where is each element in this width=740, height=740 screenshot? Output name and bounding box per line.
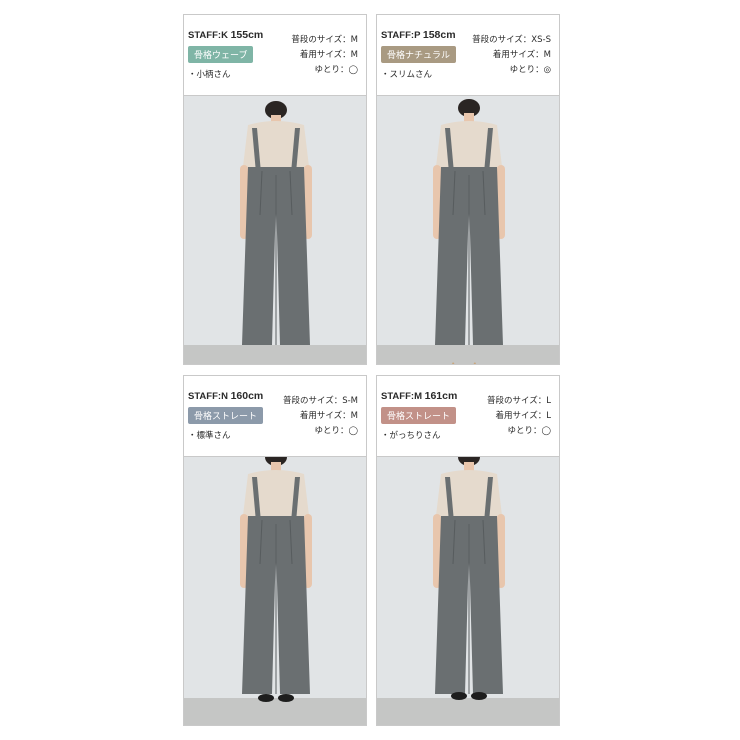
worn-size: 着用サイズ：M	[299, 411, 358, 421]
worn-size: 着用サイズ：M	[299, 50, 358, 60]
body-note: ・標準さん	[188, 431, 231, 441]
usual-size: 普段のサイズ：XS-S	[472, 35, 551, 45]
staff-id: STAFF:M	[381, 391, 422, 402]
staff-height: 161cm	[424, 390, 458, 402]
staff-info-box: STAFF:K 155cm 骨格ウェーブ ・小柄さん 普段のサイズ：M 着用サイ…	[183, 14, 367, 97]
woman-photo-icon	[184, 457, 366, 725]
staff-name-height: STAFF:P 158cm	[381, 29, 477, 41]
fit-rating: ゆとり：◯	[314, 426, 358, 436]
model-photo	[376, 95, 560, 365]
usual-size: 普段のサイズ：S-M	[282, 396, 358, 406]
staff-name-height: STAFF:N 160cm	[188, 390, 284, 402]
staff-info-box: STAFF:M 161cm 骨格ストレート ・がっちりさん 普段のサイズ：L 着…	[376, 375, 560, 458]
staff-id: STAFF:P	[381, 30, 421, 41]
staff-height: 158cm	[422, 29, 456, 41]
staff-height: 160cm	[230, 390, 264, 402]
worn-size: 着用サイズ：L	[495, 411, 551, 421]
staff-info-box: STAFF:P 158cm 骨格ナチュラル ・スリムさん 普段のサイズ：XS-S…	[376, 14, 560, 97]
woman-photo-icon	[184, 96, 366, 364]
staff-id: STAFF:K	[188, 30, 228, 41]
body-type-badge: 骨格ストレート	[188, 407, 264, 424]
staff-info-box: STAFF:N 160cm 骨格ストレート ・標準さん 普段のサイズ：S-M 着…	[183, 375, 367, 458]
worn-size: 着用サイズ：M	[492, 50, 551, 60]
staff-height: 155cm	[230, 29, 264, 41]
body-type-badge: 骨格ナチュラル	[381, 46, 457, 63]
body-type-badge: 骨格ウェーブ	[188, 46, 254, 63]
body-note: ・スリムさん	[381, 70, 433, 80]
staff-name-height: STAFF:M 161cm	[381, 390, 477, 402]
staff-name-height: STAFF:K 155cm	[188, 29, 284, 41]
body-note: ・がっちりさん	[381, 431, 441, 441]
usual-size: 普段のサイズ：M	[291, 35, 358, 45]
body-type-badge: 骨格ストレート	[381, 407, 457, 424]
fit-rating: ゆとり：◯	[314, 65, 358, 75]
woman-photo-icon	[377, 96, 559, 364]
fit-rating: ゆとり：◎	[509, 65, 551, 75]
woman-photo-icon	[377, 457, 559, 725]
model-photo	[376, 456, 560, 726]
body-note: ・小柄さん	[188, 70, 231, 80]
fit-rating: ゆとり：◯	[507, 426, 551, 436]
model-photo	[183, 95, 367, 365]
usual-size: 普段のサイズ：L	[487, 396, 551, 406]
model-photo	[183, 456, 367, 726]
staff-id: STAFF:N	[188, 391, 228, 402]
